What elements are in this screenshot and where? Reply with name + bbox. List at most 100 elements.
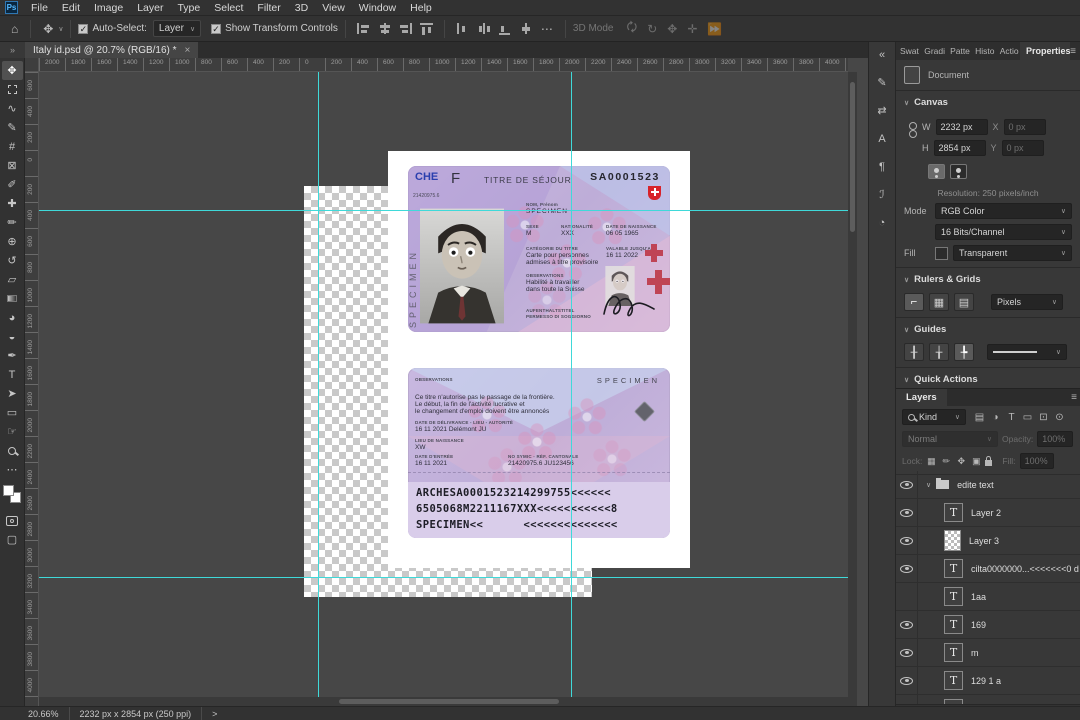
filter-icon-4[interactable]: ⊡	[1037, 412, 1050, 423]
auto-select-dropdown[interactable]: Layer ∨	[152, 20, 202, 37]
guide-horizontal[interactable]	[39, 577, 848, 578]
horizontal-scrollbar[interactable]	[39, 697, 848, 706]
orientation-landscape-button[interactable]	[950, 164, 967, 179]
toggle-rulers-button[interactable]: ⌐	[904, 293, 924, 311]
filter-icon-5[interactable]: ⊙	[1053, 412, 1066, 423]
lock-icon-0[interactable]: ▦	[926, 456, 936, 467]
quick-mask-icon[interactable]	[2, 511, 23, 530]
move-tool-icon[interactable]: ✥	[38, 22, 58, 36]
path-select-tool[interactable]: ➤	[2, 384, 23, 403]
lasso-tool[interactable]: ∿	[2, 99, 23, 118]
shape-tool[interactable]: ▭	[2, 403, 23, 422]
chevron-down-icon[interactable]: ∨	[58, 25, 63, 33]
layer-row-layer-2[interactable]: T Layer 2	[896, 498, 1080, 527]
close-icon[interactable]: ×	[185, 45, 191, 56]
clone-stamp-tool[interactable]: ⊕	[2, 232, 23, 251]
panel-tab-gradi[interactable]: Gradi	[920, 42, 946, 60]
brush-tool[interactable]: ✏	[2, 213, 23, 232]
layer-row-129-1-a[interactable]: T 129 1 a	[896, 666, 1080, 695]
visibility-toggle[interactable]	[896, 582, 918, 611]
type-tool[interactable]: T	[2, 365, 23, 384]
canvas-section-header[interactable]: ∨ Canvas	[904, 97, 1072, 108]
menu-select[interactable]: Select	[207, 1, 250, 15]
panel-menu-icon[interactable]: ≡	[1070, 46, 1076, 57]
align-right-icon[interactable]	[398, 22, 413, 35]
layer-row-m[interactable]: Tm	[896, 638, 1080, 667]
height-field[interactable]: 2854 px	[933, 140, 986, 156]
id-card-front[interactable]: CHE F TITRE DE SÉJOUR SA0001523 21420975…	[408, 166, 670, 332]
visibility-toggle[interactable]	[896, 666, 918, 695]
screen-mode-icon[interactable]: ▢	[2, 530, 23, 549]
toolbar-ellipsis[interactable]: ⋯	[2, 460, 23, 479]
menu-3d[interactable]: 3D	[288, 1, 315, 15]
more-options-icon[interactable]: ⋯	[536, 22, 558, 36]
menu-help[interactable]: Help	[403, 1, 439, 15]
filter-icon-1[interactable]: ◑	[989, 412, 1002, 423]
layer-row-169[interactable]: T 169	[896, 610, 1080, 639]
lock-icon-2[interactable]: ✥	[956, 456, 966, 467]
swap-panels-icon[interactable]: ⇄	[872, 100, 893, 121]
quick-select-tool[interactable]: ✎	[2, 118, 23, 137]
home-icon[interactable]: ⌂	[6, 22, 23, 36]
lock-icon-1[interactable]: ✏	[941, 456, 951, 467]
rulers-grids-header[interactable]: ∨ Rulers & Grids	[904, 274, 1072, 285]
guides-header[interactable]: ∨ Guides	[904, 324, 1072, 335]
color-swatches[interactable]	[3, 485, 21, 503]
character-panel-icon[interactable]: A	[872, 128, 893, 149]
zoom-tool[interactable]	[2, 441, 23, 460]
frame-tool[interactable]: ⊠	[2, 156, 23, 175]
history-brush-tool[interactable]: ↺	[2, 251, 23, 270]
auto-select-checkbox[interactable]: ✓	[78, 23, 89, 34]
vertical-scrollbar[interactable]	[848, 72, 857, 706]
text-layer-icon[interactable]: T	[944, 643, 963, 662]
guide-vertical[interactable]	[318, 72, 319, 706]
panel-tab-histo[interactable]: Histo	[971, 42, 996, 60]
menu-layer[interactable]: Layer	[130, 1, 170, 15]
align-top-icon[interactable]	[419, 22, 434, 35]
text-layer-icon[interactable]: T	[944, 559, 963, 578]
layer-row-01-01-1990[interactable]: T01.01.1990	[896, 694, 1080, 704]
scrollbar-thumb[interactable]	[339, 699, 559, 704]
align-left-icon[interactable]	[356, 22, 371, 35]
crop-tool[interactable]: #	[2, 137, 23, 156]
pen-tool[interactable]: ✒	[2, 346, 23, 365]
hand-tool[interactable]: ☞	[2, 422, 23, 441]
visibility-toggle[interactable]	[896, 498, 918, 527]
visibility-toggle[interactable]	[896, 554, 918, 583]
canvas-viewport[interactable]: CHE F TITRE DE SÉJOUR SA0001523 21420975…	[39, 72, 848, 706]
zoom-level[interactable]: 20.66%	[28, 709, 59, 719]
guide-horizontal[interactable]	[39, 210, 848, 211]
paragraph-panel-icon[interactable]: ¶	[872, 156, 893, 177]
quick-actions-header[interactable]: ∨ Quick Actions	[904, 374, 1072, 385]
distribute-bottom-icon[interactable]	[497, 22, 512, 35]
status-arrow-icon[interactable]: >	[212, 709, 217, 719]
panel-tab-patte[interactable]: Patte	[946, 42, 971, 60]
vertical-ruler[interactable]: 600 400 200 0 200 400 600 800 1000 1200 1400 1600 18…	[25, 72, 39, 706]
units-select[interactable]: Pixels ∨	[991, 294, 1063, 310]
toggle-guides-button[interactable]: ╂	[904, 343, 924, 361]
text-layer-icon[interactable]: T	[944, 587, 963, 606]
bit-depth-select[interactable]: 16 Bits/Channel ∨	[935, 224, 1072, 240]
lock-icon-3[interactable]: ▣	[971, 456, 981, 467]
filter-icon-3[interactable]: ▭	[1021, 412, 1034, 423]
width-field[interactable]: 2232 px	[935, 119, 988, 135]
panel-tab-swat[interactable]: Swat	[896, 42, 920, 60]
panel-tab-properties[interactable]: Properties	[1019, 42, 1071, 60]
collapse-toolbar-chevron[interactable]: »	[0, 42, 25, 58]
eraser-tool[interactable]: ▱	[2, 270, 23, 289]
foreground-color-swatch[interactable]	[3, 485, 14, 496]
distribute-center-icon[interactable]	[476, 22, 491, 35]
move-tool[interactable]: ✥	[1, 61, 23, 80]
group-expand-caret[interactable]: ∨	[926, 481, 931, 489]
menu-filter[interactable]: Filter	[250, 1, 287, 15]
gradient-tool[interactable]	[2, 289, 23, 308]
menu-view[interactable]: View	[315, 1, 352, 15]
guide-vertical[interactable]	[571, 72, 572, 706]
align-center-h-icon[interactable]	[377, 22, 392, 35]
guide-style-select[interactable]: ∨	[987, 344, 1067, 360]
panel-menu-icon[interactable]: ≡	[1071, 392, 1077, 403]
layer-thumbnail[interactable]	[944, 530, 961, 551]
filter-icon-2[interactable]: T	[1005, 412, 1018, 423]
menu-edit[interactable]: Edit	[55, 1, 87, 15]
visibility-toggle[interactable]	[896, 471, 918, 499]
